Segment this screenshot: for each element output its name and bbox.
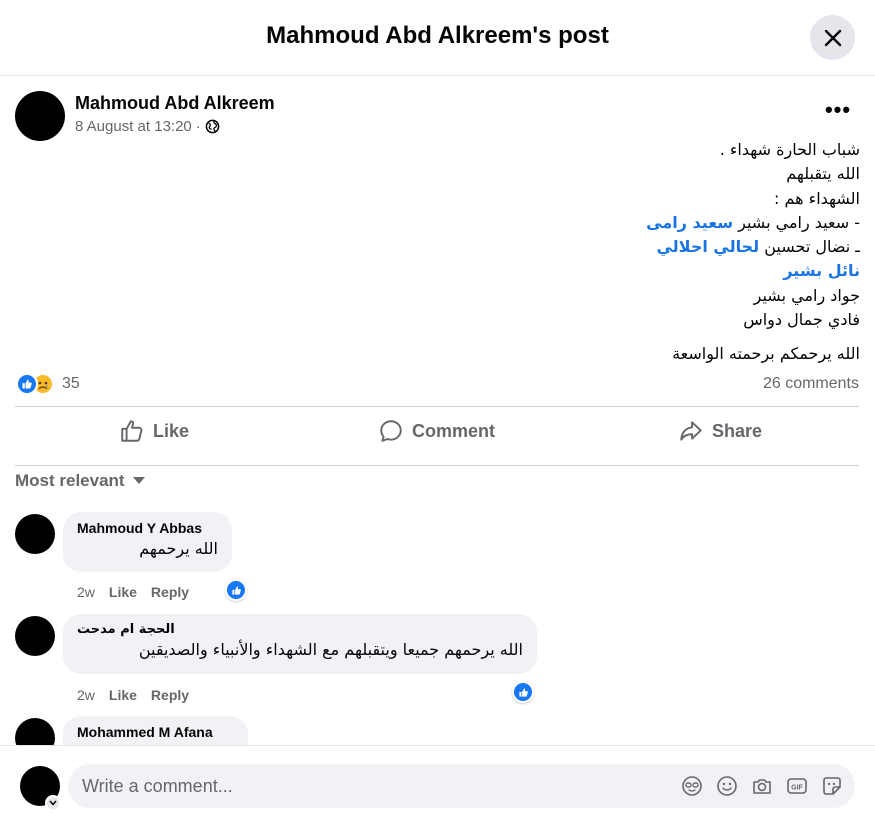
comment-reply-button[interactable]: Reply [151,584,189,600]
svg-text:GIF: GIF [791,784,803,791]
comment-sort-dropdown[interactable]: Most relevant [15,471,145,491]
comment-text: الله يرحمهم [139,539,218,558]
caret-down-icon [132,477,145,484]
comment-text: الله يرحمهم جميعا ويتقبلهم مع الشهداء وا… [138,640,523,659]
post-line: نائل بشير [400,259,860,283]
like-reaction-icon [16,373,38,395]
comment-time[interactable]: 2w [77,687,95,703]
tagged-person[interactable]: سعيد رامى [646,213,733,232]
comment-time[interactable]: 2w [77,584,95,600]
post-body: شباب الحارة شهداء . الله يتقبلهم الشهداء… [400,138,860,367]
comment-button-label: Comment [412,420,496,441]
gif-icon: GIF [786,777,807,794]
share-button[interactable]: Share [678,416,762,446]
comment-like-reaction-icon[interactable] [225,579,247,601]
share-icon [680,421,702,441]
commenter-name[interactable]: Mahmoud Y Abbas [77,520,218,536]
like-button[interactable]: Like [119,416,189,446]
emoji-icon [716,775,737,796]
commenter-avatar[interactable] [15,514,55,554]
post-line-text: - سعيد رامي بشير [733,212,860,232]
reactions-summary[interactable]: 35 [16,373,80,395]
sticker-button[interactable] [820,774,843,797]
comment-like-button[interactable]: Like [109,584,137,600]
post-author-name[interactable]: Mahmoud Abd Alkreem [75,93,275,114]
chevron-down-icon [49,800,57,806]
author-avatar[interactable] [15,91,65,141]
comment-reply-button[interactable]: Reply [151,687,189,703]
sort-label: Most relevant [15,471,125,490]
comment-bubble: Mahmoud Y Abbas الله يرحمهم [63,512,232,572]
post-meta: 8 August at 13:20 · [75,118,220,135]
post-line-text: ـ نضال تحسين [759,237,860,257]
gif-button[interactable]: GIF [785,774,808,797]
divider [15,465,859,466]
dialog-header: Mahmoud Abd Alkreem's post [0,0,875,76]
tagged-person[interactable]: نائل بشير [783,261,860,280]
comment-like-reaction-icon[interactable] [512,681,534,703]
comment-icon [380,420,402,442]
commenter-avatar[interactable] [15,616,55,656]
camera-icon [752,778,771,794]
comment-like-button[interactable]: Like [109,687,137,703]
like-button-label: Like [153,420,190,441]
profile-switch-chevron[interactable] [45,795,61,811]
comment-actions: 2w Like Reply [77,584,189,600]
post-line: الشهداء هم : [774,188,860,208]
divider [15,406,859,407]
post-line: شباب الحارة شهداء . [719,140,860,159]
close-button[interactable] [810,15,855,60]
avatar-sticker-icon [681,775,702,796]
share-button-label: Share [712,420,763,441]
sticker-icon [822,776,841,795]
emoji-button[interactable] [715,774,738,797]
post-line: - سعيد رامي بشير سعيد رامى [400,211,860,235]
meta-separator: · [195,118,201,135]
post-options-button[interactable]: ••• [822,99,854,128]
comment-button[interactable]: Comment [378,416,495,446]
post-line: ـ نضال تحسين لحالي احلالي [400,235,860,259]
comment-actions: 2w Like Reply [77,687,189,703]
post-line: الله يتقبلهم [786,164,860,184]
composer-tools: GIF [680,774,843,797]
commenter-name[interactable]: الحجة ام مدحت [77,622,523,637]
globe-icon [205,119,220,134]
avatar-sticker-button[interactable] [680,774,703,797]
tagged-person[interactable]: لحالي احلالي [656,237,759,256]
comment-bubble: الحجة ام مدحت الله يرحمهم جميعا ويتقبلهم… [63,614,537,674]
post-line: الله يرحمكم برحمته الواسعة [672,344,860,364]
commenter-name[interactable]: Mohammed M Afana [77,724,234,740]
comments-count[interactable]: 26 comments [763,375,859,393]
dialog-title: Mahmoud Abd Alkreem's post [266,22,609,49]
close-icon [824,29,841,46]
camera-button[interactable] [750,774,773,797]
thumbs-up-icon [121,420,143,442]
post-timestamp[interactable]: 8 August at 13:20 [75,118,192,135]
post-line: جواد رامي بشير [753,285,860,305]
reaction-count[interactable]: 35 [62,375,80,393]
post-line: فادي جمال دواس [743,310,860,330]
